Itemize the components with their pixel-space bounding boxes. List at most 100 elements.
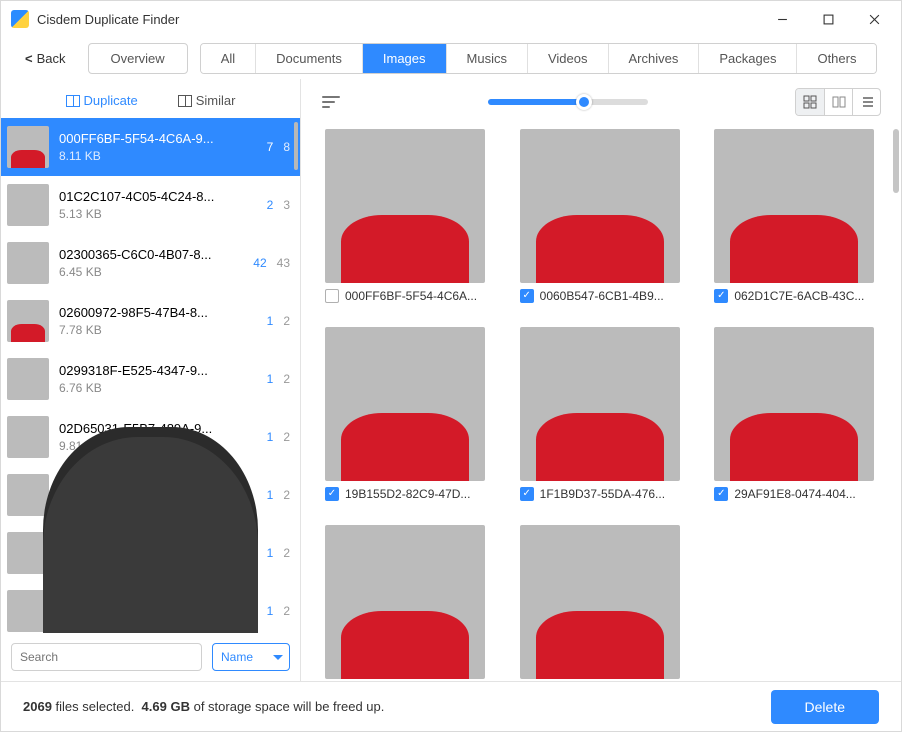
select-checkbox[interactable]: [520, 487, 534, 501]
group-total-count: 3: [283, 198, 290, 212]
tab-packages[interactable]: Packages: [698, 44, 796, 73]
duplicate-group[interactable]: 02300365-C6C0-4B07-8... 6.45 KB 42 43: [1, 234, 300, 292]
thumbnail-cell[interactable]: 19B155D2-82C9-47D...: [325, 327, 485, 501]
group-total-count: 43: [277, 256, 290, 270]
thumbnail-cell[interactable]: 062D1C7E-6ACB-43C...: [714, 129, 874, 303]
tab-archives[interactable]: Archives: [608, 44, 699, 73]
duplicate-group[interactable]: 02600972-98F5-47B4-8...7.78 KB12: [1, 292, 300, 350]
group-name: 01C2C107-4C05-4C24-8...: [59, 189, 257, 204]
duplicate-group[interactable]: 01C2C107-4C05-4C24-8... 5.13 KB 23: [1, 176, 300, 234]
tab-duplicate[interactable]: Duplicate: [66, 93, 138, 108]
group-size: 5.13 KB: [59, 207, 257, 221]
maximize-button[interactable]: [805, 3, 851, 35]
group-name: 000FF6BF-5F54-4C6A-9...: [59, 131, 257, 146]
group-selected-count: 1: [267, 546, 274, 560]
sort-select[interactable]: Name: [212, 643, 290, 671]
selected-count: 2069: [23, 699, 52, 714]
thumbnail-cell[interactable]: 1F1B9D37-55DA-476...: [520, 327, 680, 501]
thumbnail-filename: 19B155D2-82C9-47D...: [345, 487, 470, 501]
tab-similar[interactable]: Similar: [178, 93, 236, 108]
select-checkbox[interactable]: [714, 487, 728, 501]
tab-musics[interactable]: Musics: [446, 44, 527, 73]
group-thumbnail: [7, 242, 49, 284]
tab-documents[interactable]: Documents: [255, 44, 362, 73]
sidebar-mode-tabs: Duplicate Similar: [1, 79, 300, 118]
status-text: files selected.: [56, 699, 135, 714]
tab-duplicate-label: Duplicate: [84, 93, 138, 108]
thumbnail-cell[interactable]: 29AF91E8-0474-404...: [714, 327, 874, 501]
duplicate-group-list[interactable]: 000FF6BF-5F54-4C6A-9...8.11 KB7801C2C107…: [1, 118, 300, 633]
group-total-count: 2: [283, 604, 290, 618]
group-selected-count: 1: [267, 430, 274, 444]
thumbnail-cell[interactable]: 2D0D9D72-048E-416...: [520, 525, 680, 681]
group-selected-count: 1: [267, 604, 274, 618]
category-tabs: AllDocumentsImagesMusicsVideosArchivesPa…: [200, 43, 878, 74]
toolbar: Back Overview AllDocumentsImagesMusicsVi…: [1, 37, 901, 79]
tab-all[interactable]: All: [201, 44, 255, 73]
select-checkbox[interactable]: [714, 289, 728, 303]
group-thumbnail: [7, 300, 49, 342]
thumbnail-cell[interactable]: 000FF6BF-5F54-4C6A...: [325, 129, 485, 303]
group-selected-count: 2: [267, 198, 274, 212]
group-selected-count: 42: [253, 256, 266, 270]
thumbnail-image: [714, 129, 874, 283]
group-thumbnail: [7, 358, 49, 400]
scrollbar-thumb[interactable]: [893, 129, 899, 193]
select-checkbox[interactable]: [325, 289, 339, 303]
view-grid-icon[interactable]: [796, 89, 824, 115]
freed-size: 4.69 GB: [142, 699, 190, 714]
thumbnail-filename: 0060B547-6CB1-4B9...: [540, 289, 664, 303]
scrollbar-thumb[interactable]: [294, 122, 298, 170]
thumbnail-size-slider[interactable]: [488, 99, 648, 105]
filter-sort-icon[interactable]: [321, 95, 341, 109]
group-total-count: 8: [283, 140, 290, 154]
view-list-icon[interactable]: [852, 89, 880, 115]
thumbnail-grid-scroll[interactable]: 000FF6BF-5F54-4C6A... 0060B547-6CB1-4B9..…: [301, 125, 901, 681]
thumbnail-cell[interactable]: 2B18C2DC-0D7C-40...: [325, 525, 485, 681]
group-thumbnail: [7, 416, 49, 458]
group-thumbnail: [7, 184, 49, 226]
group-thumbnail: [7, 126, 49, 168]
group-name: 02300365-C6C0-4B07-8...: [59, 247, 243, 262]
group-name: 02600972-98F5-47B4-8...: [59, 305, 257, 320]
group-total-count: 2: [283, 372, 290, 386]
duplicate-icon: [66, 95, 80, 107]
tab-videos[interactable]: Videos: [527, 44, 608, 73]
thumbnail-filename: 062D1C7E-6ACB-43C...: [734, 289, 864, 303]
tab-similar-label: Similar: [196, 93, 236, 108]
select-checkbox[interactable]: [325, 487, 339, 501]
window-title: Cisdem Duplicate Finder: [37, 12, 179, 27]
statusbar: 2069 files selected. 4.69 GB of storage …: [1, 681, 901, 731]
search-input[interactable]: [11, 643, 202, 671]
overview-button[interactable]: Overview: [88, 43, 188, 74]
close-button[interactable]: [851, 3, 897, 35]
group-selected-count: 7: [267, 140, 274, 154]
tab-others[interactable]: Others: [796, 44, 876, 73]
content-pane: 000FF6BF-5F54-4C6A... 0060B547-6CB1-4B9..…: [301, 79, 901, 681]
status-text-end: of storage space will be freed up.: [194, 699, 385, 714]
thumbnail-image: [520, 129, 680, 283]
group-thumbnail: [7, 474, 49, 516]
view-columns-icon[interactable]: [824, 89, 852, 115]
sidebar-footer: Name: [1, 633, 300, 681]
tab-images[interactable]: Images: [362, 44, 446, 73]
select-checkbox[interactable]: [520, 289, 534, 303]
app-icon: [11, 10, 29, 28]
duplicate-group[interactable]: 0299318F-E525-4347-9...6.76 KB12: [1, 350, 300, 408]
titlebar: Cisdem Duplicate Finder: [1, 1, 901, 37]
content-controls: [301, 79, 901, 125]
group-size: 6.45 KB: [59, 265, 243, 279]
minimize-button[interactable]: [759, 3, 805, 35]
thumbnail-grid: 000FF6BF-5F54-4C6A... 0060B547-6CB1-4B9..…: [325, 129, 877, 681]
delete-button[interactable]: Delete: [771, 690, 879, 724]
back-button[interactable]: Back: [15, 45, 76, 72]
duplicate-group[interactable]: 04D425C8-EE74-4A73-...4.58 KB12: [1, 524, 300, 582]
duplicate-group[interactable]: 000FF6BF-5F54-4C6A-9...8.11 KB78: [1, 118, 300, 176]
thumbnail-image: [520, 525, 680, 679]
thumbnail-filename: 29AF91E8-0474-404...: [734, 487, 855, 501]
thumbnail-cell[interactable]: 0060B547-6CB1-4B9...: [520, 129, 680, 303]
thumbnail-image: [325, 327, 485, 481]
thumbnail-image: [714, 327, 874, 481]
group-size: 7.78 KB: [59, 323, 257, 337]
group-selected-count: 1: [267, 314, 274, 328]
